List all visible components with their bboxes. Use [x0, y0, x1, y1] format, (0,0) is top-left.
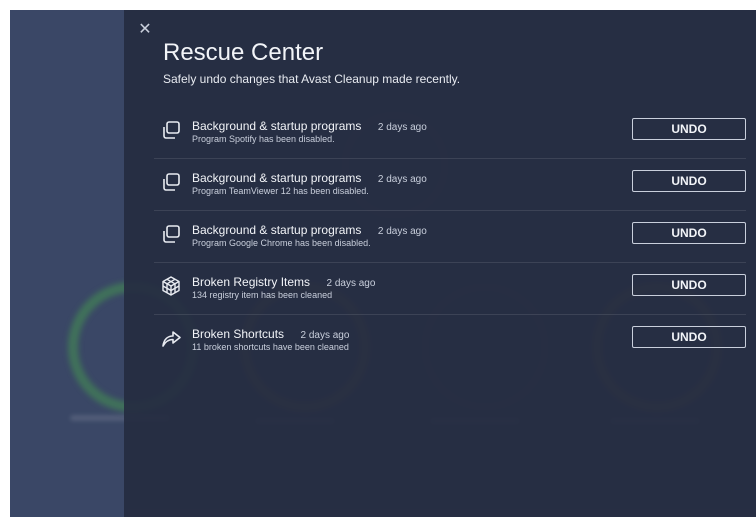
- item-detail: Program Google Chrome has been disabled.: [192, 238, 371, 248]
- list-item: Broken Shortcuts 2 days ago 11 broken sh…: [154, 315, 746, 366]
- item-time: 2 days ago: [377, 174, 427, 185]
- list-item: Background & startup programs 2 days ago…: [154, 107, 746, 159]
- close-icon[interactable]: ✕: [138, 22, 152, 38]
- copy-windows-icon: [160, 119, 182, 141]
- item-title: Broken Registry Items: [192, 275, 311, 289]
- undo-button[interactable]: UNDO: [632, 326, 746, 348]
- item-detail: Program TeamViewer 12 has been disabled.: [192, 186, 369, 196]
- registry-cube-icon: [160, 275, 182, 297]
- undo-button[interactable]: UNDO: [632, 170, 746, 192]
- item-time: 2 days ago: [377, 226, 427, 237]
- item-detail: Program Spotify has been disabled.: [192, 134, 335, 144]
- undo-button[interactable]: UNDO: [632, 274, 746, 296]
- item-detail: 134 registry item has been cleaned: [192, 290, 333, 300]
- list-item: Background & startup programs 2 days ago…: [154, 159, 746, 211]
- page-subtitle: Safely undo changes that Avast Cleanup m…: [163, 72, 461, 86]
- item-time: 2 days ago: [377, 122, 427, 133]
- undo-button[interactable]: UNDO: [632, 222, 746, 244]
- item-title: Background & startup programs: [192, 223, 362, 237]
- list-item: Broken Registry Items 2 days ago 134 reg…: [154, 263, 746, 315]
- app-sidebar: [10, 10, 124, 517]
- item-time: 2 days ago: [326, 278, 376, 289]
- item-time: 2 days ago: [300, 330, 350, 341]
- item-title: Background & startup programs: [192, 171, 362, 185]
- undo-button[interactable]: UNDO: [632, 118, 746, 140]
- item-detail: 11 broken shortcuts have been cleaned: [192, 342, 349, 352]
- item-title: Background & startup programs: [192, 119, 362, 133]
- item-title: Broken Shortcuts: [192, 327, 285, 341]
- shortcut-arrow-icon: [160, 327, 182, 349]
- rescue-center-panel: ✕ Rescue Center Safely undo changes that…: [124, 10, 756, 517]
- page-title: Rescue Center: [163, 39, 324, 66]
- copy-windows-icon: [160, 171, 182, 193]
- change-list: Background & startup programs 2 days ago…: [154, 107, 746, 366]
- list-item: Background & startup programs 2 days ago…: [154, 211, 746, 263]
- copy-windows-icon: [160, 223, 182, 245]
